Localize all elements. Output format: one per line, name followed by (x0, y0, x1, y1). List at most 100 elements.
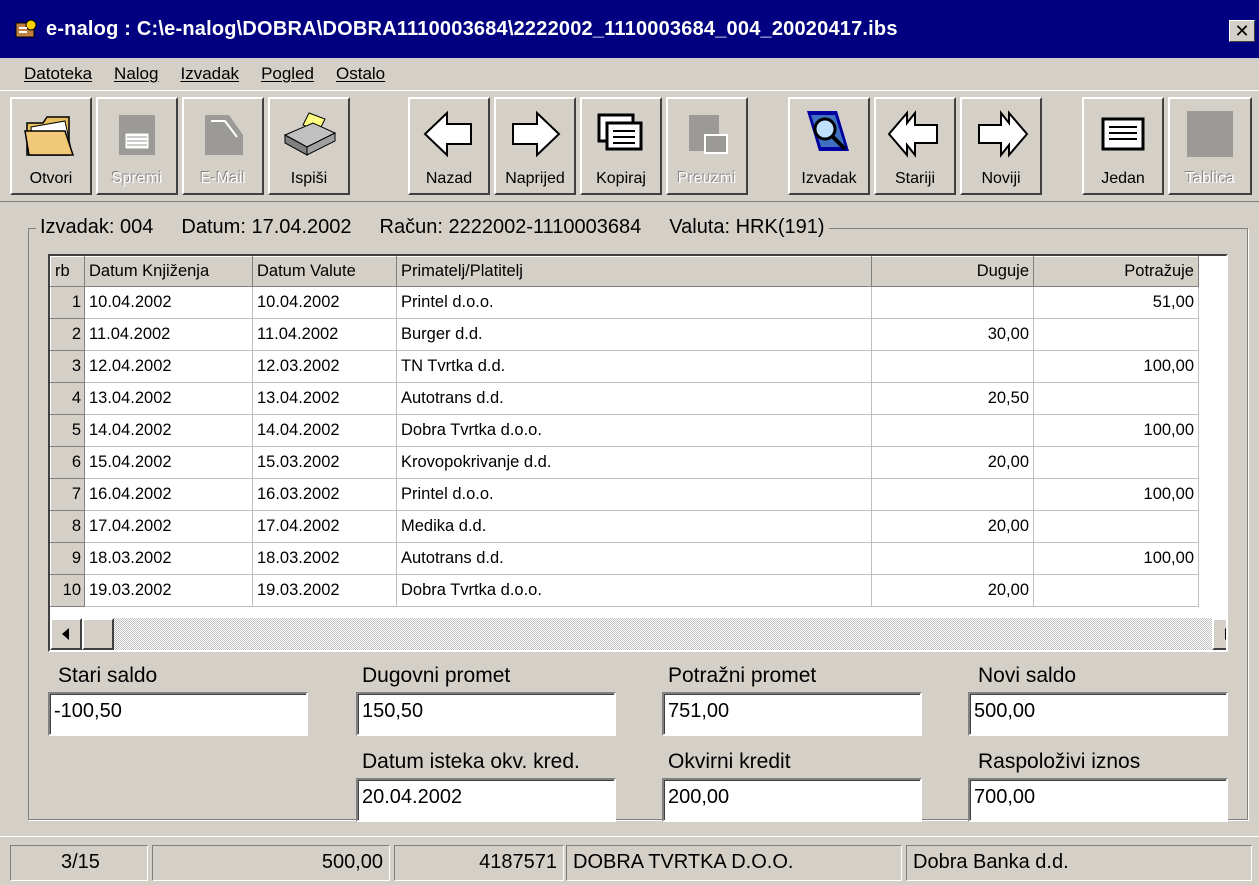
cell-datum-valute: 10.04.2002 (252, 286, 397, 319)
table-row[interactable]: 7 16.04.2002 16.03.2002 Printel d.o.o. 100,0… (50, 478, 1199, 511)
cell-potrazuje: 51,00 (1033, 286, 1199, 319)
copy-icon (597, 113, 643, 151)
cell-datum-knjizenja: 18.03.2002 (84, 542, 253, 575)
table-row[interactable]: 8 17.04.2002 17.04.2002 Medika d.d. 20,00 (50, 510, 1199, 543)
table-row[interactable]: 4 13.04.2002 13.04.2002 Autotrans d.d. 20,50 (50, 382, 1199, 415)
credit-turnover-label: Potražni promet (668, 664, 817, 687)
menu-izvadak[interactable]: Izvadak (180, 64, 239, 84)
cell-datum-valute: 18.03.2002 (252, 542, 397, 575)
table-icon (1187, 111, 1233, 157)
new-balance-label: Novi saldo (978, 664, 1077, 687)
debit-turnover-label: Dugovni promet (362, 664, 511, 687)
col-duguje[interactable]: Duguje (871, 256, 1034, 287)
cell-potrazuje (1033, 446, 1199, 479)
copy-button[interactable]: Kopiraj (580, 97, 662, 195)
col-primatelj[interactable]: Primatelj/Platitelj (396, 256, 872, 287)
cell-datum-knjizenja: 12.04.2002 (84, 350, 253, 383)
cell-duguje (871, 542, 1034, 575)
table-row[interactable]: 2 11.04.2002 11.04.2002 Burger d.d. 30,00 (50, 318, 1199, 351)
row-number: 5 (50, 414, 85, 447)
table-row[interactable]: 10 19.03.2002 19.03.2002 Dobra Tvrtka d.o.o… (50, 574, 1199, 607)
table-view-label: Tablica (1185, 170, 1235, 187)
col-datum-knjizenja[interactable]: Datum Knjiženja (84, 256, 253, 287)
mail-icon (205, 115, 243, 155)
currency: Valuta: HRK(191) (669, 216, 825, 238)
cell-datum-valute: 14.04.2002 (252, 414, 397, 447)
menu-pogled[interactable]: Pogled (261, 64, 314, 84)
double-arrow-right-icon (978, 110, 1029, 158)
credit-expiry-label: Datum isteka okv. kred. (362, 750, 580, 773)
transactions-grid[interactable]: rb Datum Knjiženja Datum Valute Primatel… (48, 254, 1228, 652)
older-label: Stariji (894, 170, 935, 187)
download-button[interactable]: Preuzmi (666, 97, 748, 195)
status-amount: 500,00 (152, 845, 390, 881)
status-record-position: 3/15 (10, 845, 148, 881)
back-button[interactable]: Nazad (408, 97, 490, 195)
status-bar: 3/15 500,00 4187571 DOBRA TVRTKA D.O.O. … (0, 836, 1259, 885)
statement-button[interactable]: Izvadak (788, 97, 870, 195)
print-label: Ispiši (290, 170, 328, 187)
menu-ostalo[interactable]: Ostalo (336, 64, 385, 84)
col-rb[interactable]: rb (50, 256, 85, 287)
table-row[interactable]: 5 14.04.2002 14.04.2002 Dobra Tvrtka d.o.o.… (50, 414, 1199, 447)
statement-search-icon (807, 111, 849, 151)
download-label: Preuzmi (677, 170, 737, 187)
credit-expiry-field[interactable]: 20.04.2002 (356, 778, 616, 822)
printer-icon (283, 112, 337, 156)
open-label: Otvori (29, 170, 73, 187)
status-account-id: 4187571 (394, 845, 564, 881)
cell-datum-valute: 19.03.2002 (252, 574, 397, 607)
cell-duguje: 20,00 (871, 510, 1034, 543)
credit-limit-field[interactable]: 200,00 (662, 778, 922, 822)
row-number: 6 (50, 446, 85, 479)
single-view-button[interactable]: Jedan (1082, 97, 1164, 195)
cell-datum-knjizenja: 13.04.2002 (84, 382, 253, 415)
table-view-button[interactable]: Tablica (1168, 97, 1252, 195)
col-potrazuje[interactable]: Potražuje (1033, 256, 1199, 287)
cell-duguje: 20,50 (871, 382, 1034, 415)
forward-button[interactable]: Naprijed (494, 97, 576, 195)
cell-potrazuje (1033, 318, 1199, 351)
table-row[interactable]: 6 15.04.2002 15.03.2002 Krovopokrivanje d.d… (50, 446, 1199, 479)
horizontal-scrollbar[interactable] (50, 618, 1226, 650)
horizontal-scroll-thumb[interactable] (82, 618, 114, 650)
table-row[interactable]: 3 12.04.2002 12.03.2002 TN Tvrtka d.d. 100,0… (50, 350, 1199, 383)
status-company: DOBRA TVRTKA D.O.O. (566, 845, 902, 881)
row-number: 1 (50, 286, 85, 319)
open-button[interactable]: Otvori (10, 97, 92, 195)
old-balance-field[interactable]: -100,50 (48, 692, 308, 736)
newer-button[interactable]: Noviji (960, 97, 1042, 195)
newer-label: Noviji (981, 170, 1021, 187)
save-button[interactable]: Spremi (96, 97, 178, 195)
arrow-right-icon (512, 110, 561, 158)
scroll-left-button[interactable] (50, 618, 82, 650)
menu-datoteka[interactable]: Datoteka (24, 64, 92, 84)
table-row[interactable]: 1 10.04.2002 10.04.2002 Printel d.o.o. 51,00 (50, 286, 1199, 319)
row-number: 10 (50, 574, 85, 607)
credit-limit-label: Okvirni kredit (668, 750, 791, 773)
cell-potrazuje: 100,00 (1033, 414, 1199, 447)
cell-primatelj: Printel d.o.o. (396, 478, 872, 511)
debit-turnover-field[interactable]: 150,50 (356, 692, 616, 736)
available-amount-label: Raspoloživi iznos (978, 750, 1141, 773)
cell-primatelj: Printel d.o.o. (396, 286, 872, 319)
copy-label: Kopiraj (596, 170, 646, 187)
forward-label: Naprijed (505, 170, 565, 187)
cell-datum-valute: 12.03.2002 (252, 350, 397, 383)
cell-datum-knjizenja: 11.04.2002 (84, 318, 253, 351)
scroll-right-button[interactable] (1212, 618, 1226, 650)
print-button[interactable]: Ispiši (268, 97, 350, 195)
cell-datum-knjizenja: 16.04.2002 (84, 478, 253, 511)
row-number: 9 (50, 542, 85, 575)
close-button[interactable]: ✕ (1229, 20, 1255, 42)
menu-nalog[interactable]: Nalog (114, 64, 158, 84)
new-balance-field[interactable]: 500,00 (968, 692, 1228, 736)
cell-primatelj: Medika d.d. (396, 510, 872, 543)
cell-datum-knjizenja: 15.04.2002 (84, 446, 253, 479)
email-button[interactable]: E-Mail (182, 97, 264, 195)
older-button[interactable]: Stariji (874, 97, 956, 195)
col-datum-valute[interactable]: Datum Valute (252, 256, 397, 287)
available-amount-field[interactable]: 700,00 (968, 778, 1228, 822)
table-row[interactable]: 9 18.03.2002 18.03.2002 Autotrans d.d. 100,0… (50, 542, 1199, 575)
credit-turnover-field[interactable]: 751,00 (662, 692, 922, 736)
